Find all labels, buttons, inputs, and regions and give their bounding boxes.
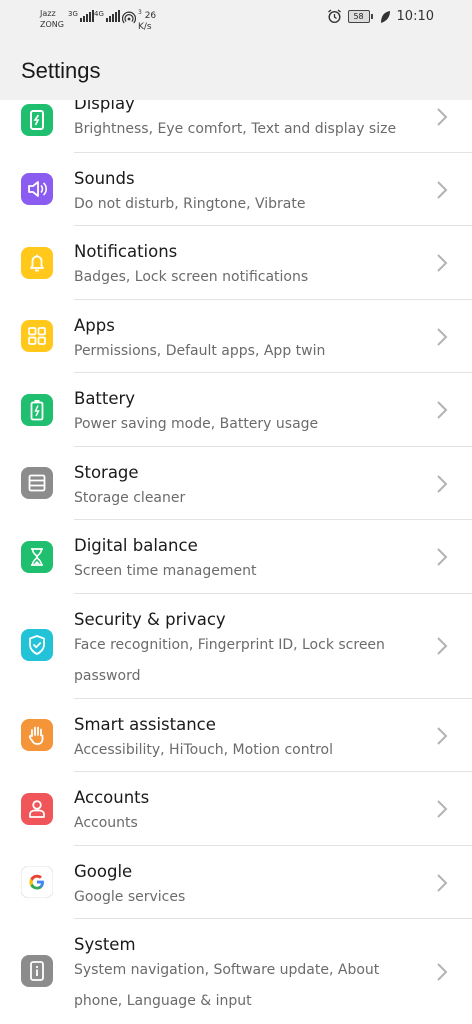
item-subtitle: Brightness, Eye comfort, Text and displa…	[74, 121, 397, 137]
item-title: Smart assistance	[74, 715, 216, 734]
settings-item-google[interactable]: Google Google services	[0, 846, 472, 919]
google-icon	[21, 866, 53, 898]
item-title: Notifications	[74, 242, 178, 261]
item-title: Sounds	[74, 169, 135, 188]
item-title: Apps	[74, 316, 115, 335]
network-speed: 3 26 K/s	[138, 9, 157, 32]
status-right: 58 10:10	[327, 9, 434, 24]
carrier-1: Jazz	[40, 9, 56, 18]
battery-icon	[21, 394, 53, 426]
item-title: Battery	[74, 389, 136, 408]
settings-item-storage[interactable]: Storage Storage cleaner	[0, 447, 472, 520]
item-title: System	[74, 935, 136, 954]
chevron-right-icon	[437, 254, 448, 272]
battery-indicator-icon: 58	[347, 10, 373, 23]
hand-icon	[21, 719, 53, 751]
chevron-right-icon	[437, 963, 448, 981]
item-subtitle: Storage cleaner	[74, 490, 186, 506]
settings-item-notifications[interactable]: Notifications Badges, Lock screen notifi…	[0, 226, 472, 300]
settings-item-display[interactable]: Display Brightness, Eye comfort, Text an…	[0, 100, 472, 153]
item-title: Storage	[74, 463, 139, 482]
apps-grid-icon	[21, 320, 53, 352]
signal-1-icon: 3G	[68, 10, 95, 22]
settings-list[interactable]: Display Brightness, Eye comfort, Text an…	[0, 100, 472, 1024]
chevron-right-icon	[437, 874, 448, 892]
chevron-right-icon	[437, 108, 448, 126]
status-bar: Jazz ZONG 3G 4G 3 26 K/s 58 10:10	[0, 0, 472, 44]
item-subtitle: Accounts	[74, 815, 138, 831]
chevron-right-icon	[437, 548, 448, 566]
hourglass-icon	[21, 541, 53, 573]
item-title: Display	[74, 100, 135, 113]
item-subtitle: Do not disturb, Ringtone, Vibrate	[74, 196, 306, 212]
settings-item-smart-assistance[interactable]: Smart assistance Accessibility, HiTouch,…	[0, 699, 472, 772]
carrier-names: Jazz ZONG	[40, 8, 64, 30]
item-subtitle: Google services	[74, 889, 186, 905]
carrier-2: ZONG	[40, 20, 64, 29]
chevron-right-icon	[437, 637, 448, 655]
shield-icon	[21, 629, 53, 661]
chevron-right-icon	[437, 800, 448, 818]
item-subtitle: Power saving mode, Battery usage	[74, 416, 319, 432]
hotspot-icon	[122, 11, 136, 24]
storage-icon	[21, 467, 53, 499]
item-title: Security & privacy	[74, 610, 226, 629]
chevron-right-icon	[437, 328, 448, 346]
leaf-icon	[380, 10, 390, 23]
account-icon	[21, 793, 53, 825]
settings-item-digital-balance[interactable]: Digital balance Screen time management	[0, 520, 472, 594]
settings-item-accounts[interactable]: Accounts Accounts	[0, 772, 472, 846]
settings-item-apps[interactable]: Apps Permissions, Default apps, App twin	[0, 300, 472, 373]
settings-item-battery[interactable]: Battery Power saving mode, Battery usage	[0, 373, 472, 447]
item-subtitle: Face recognition, Fingerprint ID, Lock s…	[74, 637, 385, 684]
display-icon	[21, 104, 53, 136]
item-subtitle: Badges, Lock screen notifications	[74, 269, 309, 285]
chevron-right-icon	[437, 727, 448, 745]
signal-2-icon: 4G	[94, 10, 121, 22]
item-title: Digital balance	[74, 536, 198, 555]
bell-icon	[21, 247, 53, 279]
settings-item-sounds[interactable]: Sounds Do not disturb, Ringtone, Vibrate	[0, 153, 472, 226]
item-subtitle: System navigation, Software update, Abou…	[74, 962, 380, 1009]
settings-item-security-privacy[interactable]: Security & privacy Face recognition, Fin…	[0, 594, 472, 699]
clock: 10:10	[396, 9, 434, 24]
item-title: Google	[74, 862, 133, 881]
settings-item-system[interactable]: System System navigation, Software updat…	[0, 919, 472, 1024]
item-subtitle: Screen time management	[74, 563, 257, 579]
chevron-right-icon	[437, 181, 448, 199]
page-title: Settings	[21, 58, 101, 83]
alarm-icon	[327, 9, 341, 24]
chevron-right-icon	[437, 401, 448, 419]
sound-icon	[21, 173, 53, 205]
chevron-right-icon	[437, 475, 448, 493]
app-header: Settings	[0, 44, 472, 100]
item-title: Accounts	[74, 788, 150, 807]
item-subtitle: Permissions, Default apps, App twin	[74, 343, 326, 359]
item-subtitle: Accessibility, HiTouch, Motion control	[74, 742, 333, 758]
system-info-icon	[21, 955, 53, 987]
